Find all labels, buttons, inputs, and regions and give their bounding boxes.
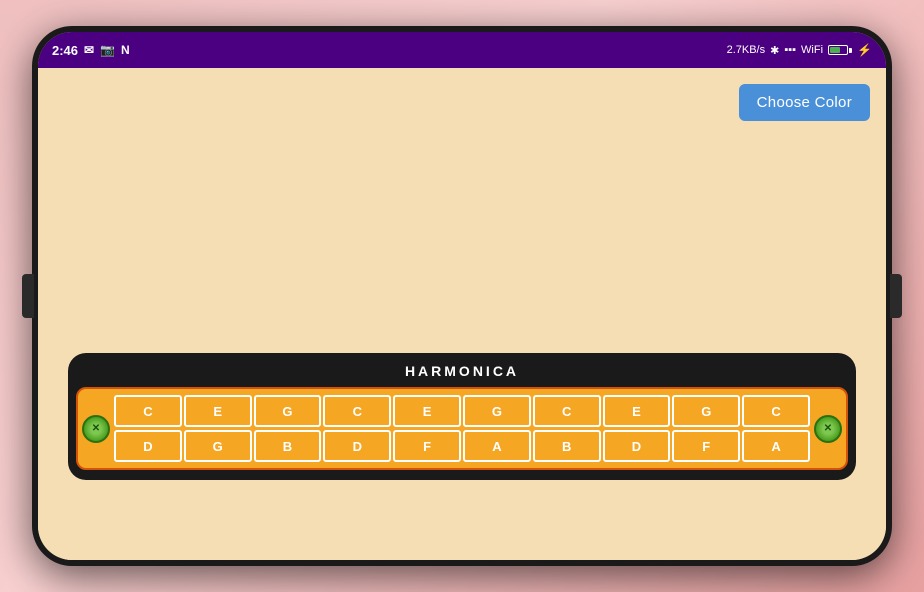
key-a1[interactable]: A [463,430,531,462]
key-d3[interactable]: D [603,430,671,462]
notification-icon: N [121,43,130,57]
phone-device: 2:46 ✉ 📷 N 2.7KB/s ✱ ▪▪▪ WiFi ⚡ [32,26,892,566]
signal-icon: ▪▪▪ [784,44,796,56]
wifi-icon: WiFi [801,44,823,56]
bottom-keys-row: D G B D F A B D F A [114,430,810,462]
key-g4[interactable]: G [184,430,252,462]
time-display: 2:46 [52,43,78,58]
instagram-icon: 📷 [100,43,115,57]
key-b2[interactable]: B [533,430,601,462]
key-g1[interactable]: G [254,395,322,427]
key-c4[interactable]: C [742,395,810,427]
battery-icon [828,45,852,55]
key-b1[interactable]: B [254,430,322,462]
key-e3[interactable]: E [603,395,671,427]
top-keys-row: C E G C E G C E G C [114,395,810,427]
key-f2[interactable]: F [672,430,740,462]
key-f1[interactable]: F [393,430,461,462]
key-g2[interactable]: G [463,395,531,427]
key-c2[interactable]: C [323,395,391,427]
status-right: 2.7KB/s ✱ ▪▪▪ WiFi ⚡ [727,43,872,57]
choose-color-button[interactable]: Choose Color [739,84,870,121]
app-content: Choose Color HARMONICA C E G C E G [38,68,886,560]
status-left: 2:46 ✉ 📷 N [52,43,130,58]
harmonica-keys: C E G C E G C E G C D [114,395,810,462]
key-a2[interactable]: A [742,430,810,462]
status-bar: 2:46 ✉ 📷 N 2.7KB/s ✱ ▪▪▪ WiFi ⚡ [38,32,886,68]
key-d2[interactable]: D [323,430,391,462]
key-c1[interactable]: C [114,395,182,427]
phone-screen: 2:46 ✉ 📷 N 2.7KB/s ✱ ▪▪▪ WiFi ⚡ [38,32,886,560]
volume-button[interactable] [22,274,34,318]
harmonica-title: HARMONICA [76,363,848,379]
key-g3[interactable]: G [672,395,740,427]
right-screw [814,415,842,443]
left-screw [82,415,110,443]
key-e1[interactable]: E [184,395,252,427]
key-d1[interactable]: D [114,430,182,462]
charging-icon: ⚡ [857,43,872,57]
key-e2[interactable]: E [393,395,461,427]
email-icon: ✉ [84,43,94,57]
bluetooth-icon: ✱ [770,44,779,57]
harmonica-body: C E G C E G C E G C D [76,387,848,470]
network-speed: 2.7KB/s [727,44,766,56]
key-c3[interactable]: C [533,395,601,427]
power-button[interactable] [890,274,902,318]
harmonica-container: HARMONICA C E G C E G C E G [68,353,856,480]
